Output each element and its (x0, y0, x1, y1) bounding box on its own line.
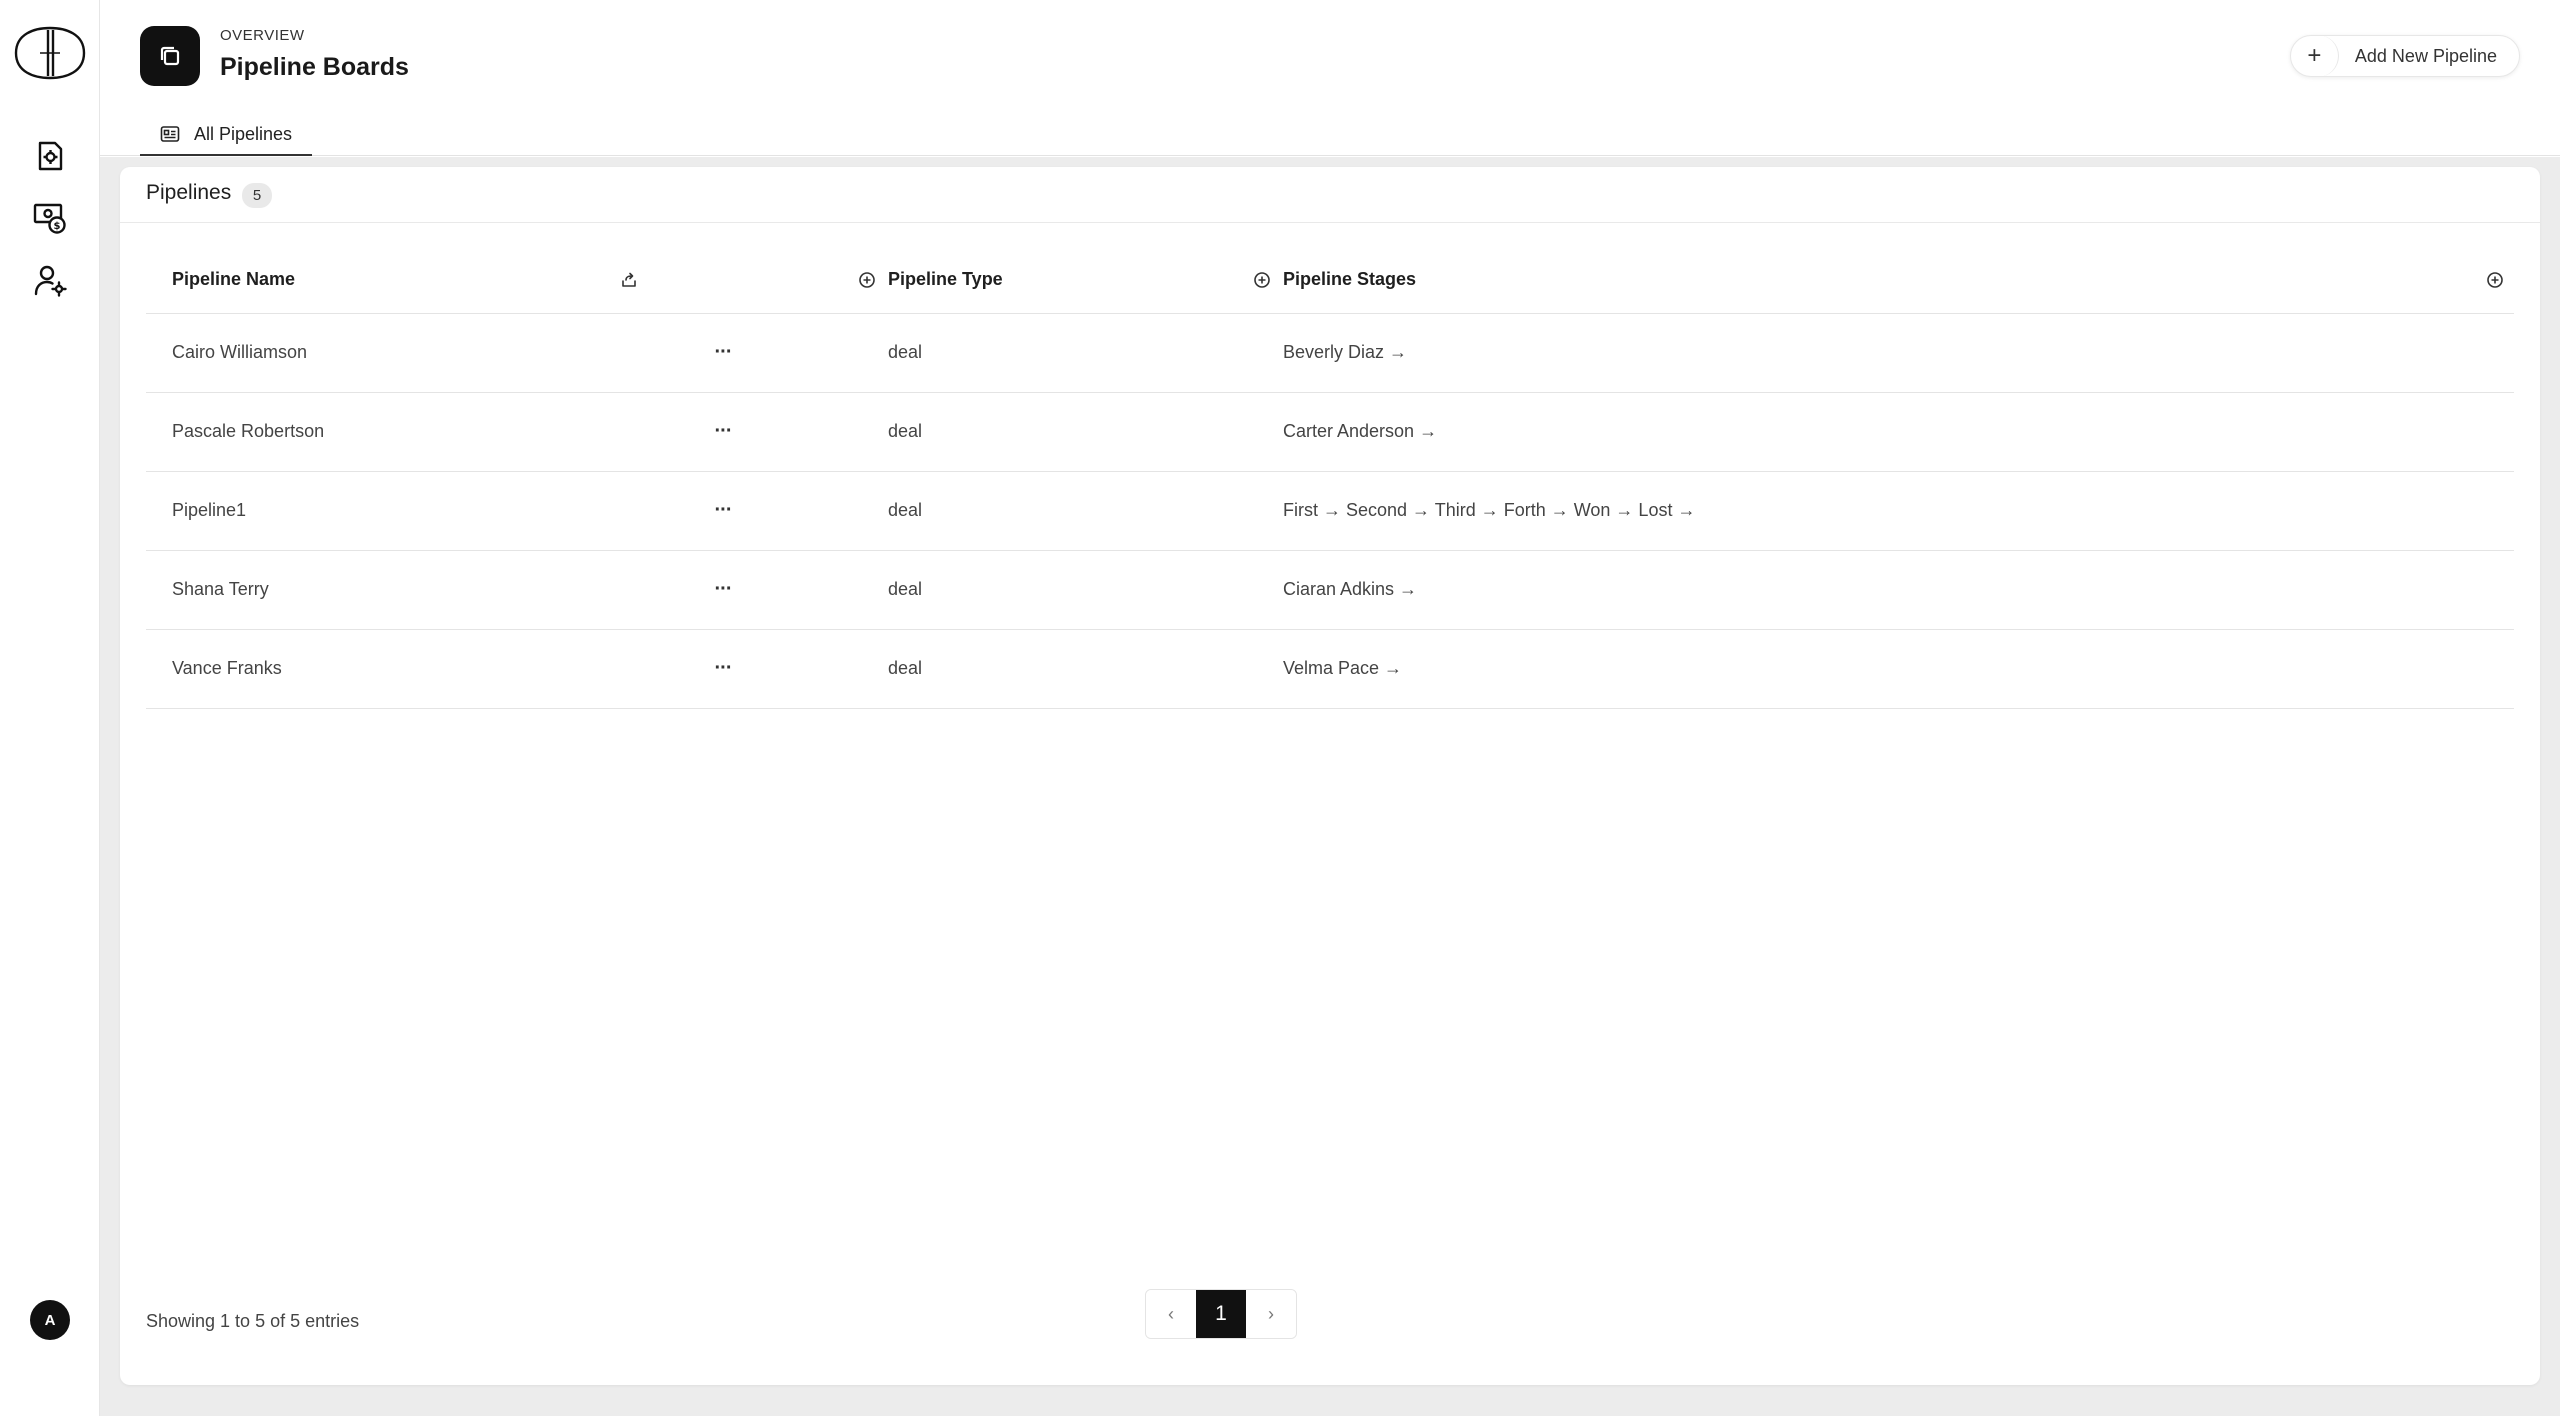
pipelines-card: Pipelines 5 Pipeline Name Pipeline Type … (120, 167, 2540, 1385)
entries-summary: Showing 1 to 5 of 5 entries (146, 1311, 360, 1331)
page-overline: OVERVIEW (220, 27, 305, 44)
table-row[interactable]: Pipeline1 ··· deal First → Second → Thir… (146, 471, 2514, 551)
cell-pipeline-name: Pipeline1 (146, 471, 648, 551)
sidebar: $ A (0, 0, 100, 1416)
copy-icon (160, 46, 180, 66)
table-header-row: Pipeline Name Pipeline Type Pipeline Sta… (146, 247, 2514, 314)
card-header: Pipelines 5 (120, 167, 2540, 223)
column-header-name: Pipeline Name (146, 247, 648, 314)
column-label-type: Pipeline Type (888, 269, 1003, 290)
cell-pipeline-stages: Beverly Diaz → (1281, 313, 2514, 393)
cell-pipeline-stages: Ciaran Adkins → (1281, 550, 2514, 630)
column-label-name: Pipeline Name (172, 269, 296, 290)
add-new-pipeline-label: Add New Pipeline (2354, 45, 2497, 66)
add-column-icon[interactable] (1253, 271, 1271, 289)
table-row[interactable]: Shana Terry ··· deal Ciaran Adkins → (146, 550, 2514, 630)
sidebar-item-billing[interactable]: $ (30, 198, 70, 238)
cell-pipeline-type: deal (886, 392, 1281, 472)
user-avatar[interactable]: A (30, 1300, 70, 1340)
row-actions-button[interactable]: ··· (708, 420, 738, 444)
cell-pipeline-stages: First → Second → Third → Forth → Won → L… (1281, 471, 2514, 551)
money-icon: $ (33, 203, 66, 234)
pagination-next-button[interactable]: › (1246, 1290, 1296, 1338)
cell-pipeline-name: Pascale Robertson (146, 392, 648, 472)
column-header-type: Pipeline Type (886, 247, 1281, 314)
cell-pipeline-stages: Velma Pace → (1281, 629, 2514, 709)
row-actions-button[interactable]: ··· (708, 341, 738, 365)
plus-icon: + (2291, 35, 2339, 77)
header-badge (140, 26, 200, 86)
svg-text:$: $ (54, 221, 61, 232)
row-actions-button[interactable]: ··· (708, 578, 738, 602)
tab-all-pipelines[interactable]: All Pipelines (140, 114, 313, 156)
pagination-page-1[interactable]: 1 (1196, 1290, 1246, 1338)
cell-pipeline-name: Cairo Williamson (146, 313, 648, 393)
page-title: Pipeline Boards (220, 53, 409, 81)
table-row[interactable]: Pascale Robertson ··· deal Carter Anders… (146, 392, 2514, 472)
add-column-icon[interactable] (2486, 271, 2504, 289)
id-card-icon (160, 126, 180, 142)
row-actions-button[interactable]: ··· (708, 499, 738, 523)
card-title: Pipelines (146, 181, 232, 204)
pagination-prev-button[interactable]: ‹ (1146, 1290, 1196, 1338)
cell-pipeline-name: Vance Franks (146, 629, 648, 709)
cell-pipeline-type: deal (886, 550, 1281, 630)
pagination: ‹ 1 › (1145, 1289, 1297, 1339)
cell-pipeline-type: deal (886, 629, 1281, 709)
add-new-pipeline-button[interactable]: + Add New Pipeline (2289, 35, 2520, 77)
column-header-stages: Pipeline Stages (1281, 247, 2514, 314)
tab-label: All Pipelines (194, 123, 293, 144)
table-row[interactable]: Vance Franks ··· deal Velma Pace → (146, 629, 2514, 709)
cell-pipeline-name: Shana Terry (146, 550, 648, 630)
row-actions-button[interactable]: ··· (708, 657, 738, 681)
table-row[interactable]: Cairo Williamson ··· deal Beverly Diaz → (146, 313, 2514, 393)
count-badge: 5 (242, 183, 272, 208)
file-settings-icon (38, 141, 63, 171)
sidebar-item-user-settings[interactable] (30, 260, 70, 300)
cell-pipeline-stages: Carter Anderson → (1281, 392, 2514, 472)
page-header: OVERVIEW Pipeline Boards + Add New Pipel… (100, 0, 2560, 156)
cell-pipeline-type: deal (886, 313, 1281, 393)
cell-pipeline-type: deal (886, 471, 1281, 551)
export-icon[interactable] (620, 271, 638, 289)
user-gear-icon (34, 265, 67, 297)
logo-icon[interactable] (12, 24, 88, 82)
pipelines-table: Pipeline Name Pipeline Type Pipeline Sta… (146, 247, 2514, 709)
column-label-stages: Pipeline Stages (1283, 269, 1417, 290)
column-header-actions (648, 247, 886, 314)
sidebar-item-documents[interactable] (30, 136, 70, 176)
add-column-icon[interactable] (858, 271, 876, 289)
